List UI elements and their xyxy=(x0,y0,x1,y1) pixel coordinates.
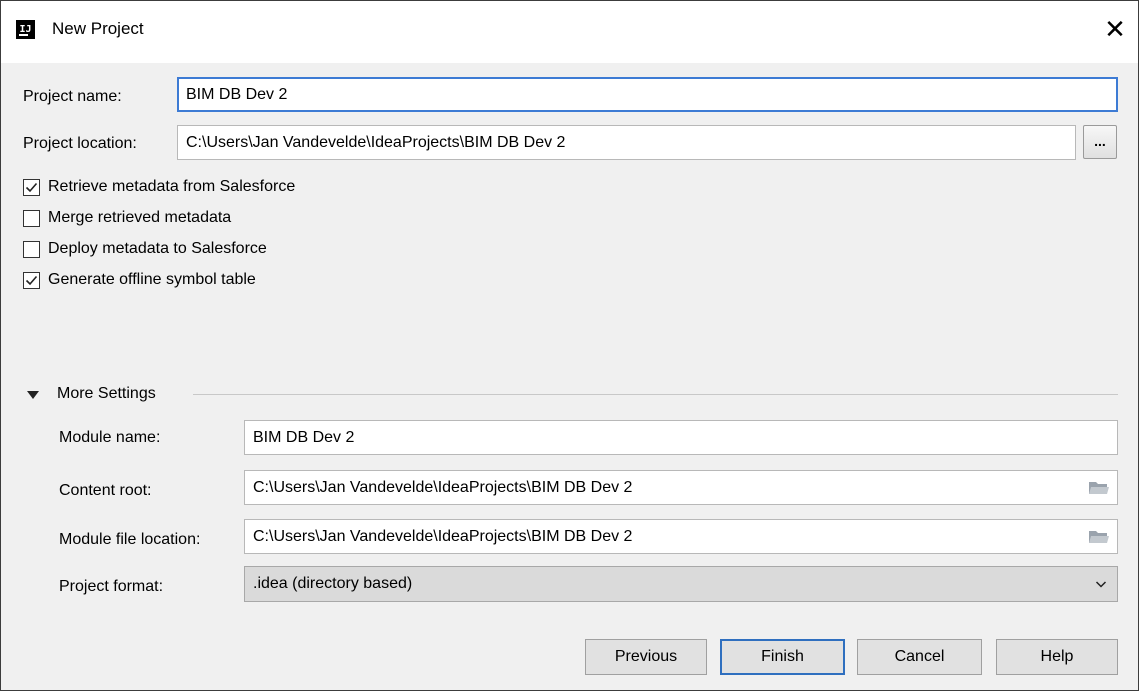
checkmark-icon xyxy=(25,275,38,285)
folder-icon[interactable] xyxy=(1088,529,1110,545)
project-location-input[interactable]: C:\Users\Jan Vandevelde\IdeaProjects\BIM… xyxy=(177,125,1076,160)
option-retrieve-metadata[interactable]: Retrieve metadata from Salesforce xyxy=(23,176,295,198)
content-root-input[interactable]: C:\Users\Jan Vandevelde\IdeaProjects\BIM… xyxy=(244,470,1118,505)
more-settings-divider xyxy=(193,394,1118,395)
more-settings-toggle[interactable]: More Settings xyxy=(27,385,156,403)
project-format-select[interactable]: .idea (directory based) xyxy=(244,566,1118,602)
help-button[interactable]: Help xyxy=(996,639,1118,675)
project-location-label: Project location: xyxy=(23,135,137,152)
close-icon[interactable]: ✕ xyxy=(1101,15,1129,43)
retrieve-metadata-label: Retrieve metadata from Salesforce xyxy=(48,178,296,195)
module-file-location-label: Module file location: xyxy=(59,531,201,548)
option-generate-symbol-table[interactable]: Generate offline symbol table xyxy=(23,269,256,291)
finish-button[interactable]: Finish xyxy=(720,639,845,675)
title-bar: IJ New Project ✕ xyxy=(1,1,1138,63)
merge-metadata-checkbox[interactable] xyxy=(23,209,40,227)
option-deploy-metadata[interactable]: Deploy metadata to Salesforce xyxy=(23,238,267,260)
project-name-input[interactable]: BIM DB Dev 2 xyxy=(177,77,1118,112)
more-settings-label: More Settings xyxy=(57,385,156,402)
checkmark-icon xyxy=(25,182,38,192)
project-format-label: Project format: xyxy=(59,578,164,595)
merge-metadata-label: Merge retrieved metadata xyxy=(48,209,232,226)
project-format-value: .idea (directory based) xyxy=(253,575,413,592)
content-root-label: Content root: xyxy=(59,482,152,499)
generate-symbol-table-checkbox[interactable] xyxy=(23,271,40,289)
module-name-input[interactable]: BIM DB Dev 2 xyxy=(244,420,1118,455)
app-icon-underline xyxy=(19,34,28,36)
window-title: New Project xyxy=(52,19,144,38)
retrieve-metadata-checkbox[interactable] xyxy=(23,178,40,196)
cancel-button[interactable]: Cancel xyxy=(857,639,982,675)
module-file-location-input[interactable]: C:\Users\Jan Vandevelde\IdeaProjects\BIM… xyxy=(244,519,1118,554)
intellij-icon: IJ xyxy=(16,20,35,39)
folder-icon[interactable] xyxy=(1088,480,1110,496)
module-name-label: Module name: xyxy=(59,429,161,446)
chevron-down-icon xyxy=(1095,581,1107,588)
option-merge-metadata[interactable]: Merge retrieved metadata xyxy=(23,207,231,229)
deploy-metadata-label: Deploy metadata to Salesforce xyxy=(48,240,267,257)
deploy-metadata-checkbox[interactable] xyxy=(23,240,40,258)
generate-symbol-table-label: Generate offline symbol table xyxy=(48,271,256,288)
new-project-dialog: IJ New Project ✕ Project name: BIM DB De… xyxy=(0,0,1139,691)
triangle-down-icon xyxy=(27,390,39,399)
project-name-label: Project name: xyxy=(23,88,122,105)
previous-button[interactable]: Previous xyxy=(585,639,707,675)
browse-location-button[interactable]: ... xyxy=(1083,125,1117,159)
